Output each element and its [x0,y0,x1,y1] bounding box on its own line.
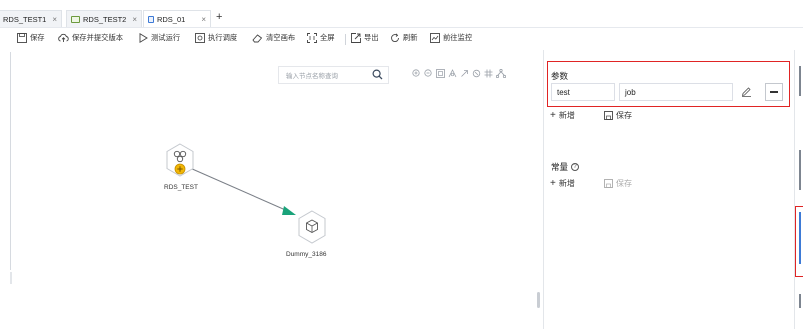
tab-label: RDS_01 [156,14,186,24]
fullscreen-icon [307,33,317,43]
close-icon[interactable]: × [201,15,206,24]
dag-node-dummy[interactable] [297,210,327,246]
fit-view-icon[interactable] [436,69,445,78]
plus-icon: + [550,109,556,121]
tree-layout-icon[interactable] [496,69,506,78]
format-icon[interactable] [472,69,481,78]
save-icon [604,179,613,188]
eraser-icon [252,34,263,43]
plus-icon: + [550,177,556,189]
toolbar: 保存 保存并提交版本 测试运行 执行调度 清空画布 全屏 导出 刷新 前往监控 [0,28,803,50]
add-tab-icon[interactable]: + [216,11,222,23]
add-const-label: 新增 [558,179,575,188]
save-params-button[interactable]: 保存 [604,110,632,121]
close-icon[interactable]: × [52,15,57,24]
save-icon [604,111,613,120]
toolbar-divider [345,34,346,45]
node-label-rds-test: RDS_TEST [164,184,198,191]
tab-label: RDS_TEST2 [83,14,127,24]
side-tab-mark-active [799,212,801,264]
fullscreen-label: 全屏 [320,33,335,42]
zoom-out-icon[interactable] [424,69,433,78]
export-label: 导出 [364,33,379,42]
edit-icon[interactable] [741,87,752,97]
add-param-button[interactable]: + 新增 [550,110,575,121]
test-run-button[interactable]: 测试运行 [139,33,180,43]
tab-rds-test2[interactable]: RDS_TEST2 × [66,10,143,27]
schedule-button[interactable]: 执行调度 [195,33,237,43]
schedule-label: 执行调度 [208,33,238,42]
export-button[interactable]: 导出 [351,33,379,43]
canvas-scrollbar[interactable] [537,292,540,308]
refresh-button[interactable]: 刷新 [390,33,418,43]
close-icon[interactable]: × [132,15,137,24]
save-const-label: 保存 [616,179,632,188]
tab-bar: RDS_TEST1 × RDS_TEST2 × RDS_01 × + [0,0,803,28]
param-value-input[interactable]: job [619,83,733,101]
save-icon [17,33,27,43]
zoom-in-icon[interactable] [412,69,421,78]
save-button[interactable]: 保存 [17,33,45,43]
link-icon[interactable] [460,69,469,78]
grid-icon[interactable] [484,69,493,78]
side-tab-mark [799,66,801,96]
db-icon [71,15,80,23]
save-params-label: 保存 [616,111,632,120]
canvas-border [10,52,11,270]
help-icon[interactable]: ? [571,163,580,171]
play-icon [139,33,148,43]
search-icon[interactable] [372,69,383,80]
save-label: 保存 [30,33,45,42]
clear-canvas-label: 清空画布 [266,33,296,42]
rds-node-icon [166,143,194,177]
node-label-dummy: Dummy_3186 [286,251,327,258]
const-title-label: 常量 [551,162,569,172]
job-icon [148,15,154,23]
dag-edge[interactable] [180,160,310,220]
refresh-label: 刷新 [403,33,418,42]
clear-canvas-button[interactable]: 清空画布 [252,33,295,43]
schedule-icon [195,33,205,43]
dummy-node-icon [298,210,326,244]
save-const-button[interactable]: 保存 [604,178,632,189]
const-title: 常量 ? [551,161,580,173]
node-search-placeholder: 输入节点名称查询 [286,73,338,80]
param-name-value: test [557,87,570,97]
params-title: 参数 [551,71,569,81]
monitor-button[interactable]: 前往监控 [430,33,472,43]
tab-label: RDS_TEST1 [3,14,47,24]
tab-rds-01[interactable]: RDS_01 × [143,10,211,27]
save-submit-label: 保存并提交版本 [72,33,124,42]
dag-node-rds-test[interactable] [165,143,195,179]
layout-icon[interactable] [448,69,457,78]
tab-rds-test1[interactable]: RDS_TEST1 × [0,10,63,27]
param-name-input[interactable]: test [551,83,615,101]
add-const-button[interactable]: + 新增 [550,178,575,189]
export-icon [351,33,361,43]
monitor-label: 前往监控 [443,33,473,42]
remove-param-button[interactable] [765,83,783,101]
cloud-upload-icon [58,33,69,42]
add-param-label: 新增 [558,111,575,120]
minus-icon [770,91,778,93]
refresh-icon [391,33,399,42]
test-run-label: 测试运行 [151,33,181,42]
monitor-icon [430,33,440,43]
param-value-value: job [625,87,636,97]
side-tab-mark [799,294,801,308]
fullscreen-button[interactable]: 全屏 [307,33,335,43]
save-submit-button[interactable]: 保存并提交版本 [58,33,123,43]
canvas-collapse-handle[interactable] [10,272,12,284]
side-tab-mark [799,150,801,190]
